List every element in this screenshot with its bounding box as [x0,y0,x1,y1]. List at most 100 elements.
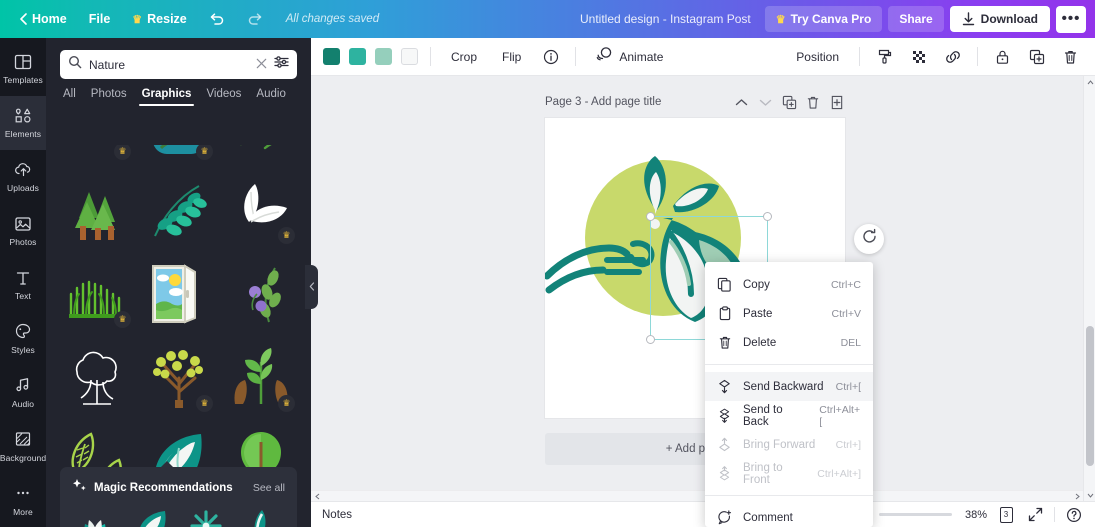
lavender-flower-thumb[interactable] [224,256,297,332]
duplicate-icon[interactable] [1024,44,1049,69]
canvas-area[interactable]: Page 3 - Add page title + Add page [311,76,1095,501]
sidebar-item-elements[interactable]: Elements [0,95,46,150]
context-menu-item-send-to-back[interactable]: Send to Back Ctrl+Alt+[ [705,401,873,430]
context-menu-shortcut: Ctrl+Alt+] [817,467,861,480]
context-menu-item-send-backward[interactable]: Send Backward Ctrl+[ [705,372,873,401]
outline-tree-thumb[interactable] [60,340,133,416]
horizontal-scrollbar[interactable] [311,490,1083,501]
leaf-sprig-thumb[interactable]: ♛ [60,145,133,164]
scroll-down-icon[interactable] [1084,489,1095,501]
notes-button[interactable]: Notes [322,509,352,521]
position-button[interactable]: Position [788,46,847,68]
magic-leaves-thumb[interactable] [72,506,119,527]
vertical-scrollbar-thumb[interactable] [1086,326,1094,466]
open-window-nature-thumb[interactable] [142,256,215,332]
download-button[interactable]: Download [949,6,1050,32]
link-icon[interactable] [940,44,965,69]
paint-roller-icon[interactable] [872,44,897,69]
bring-forward-icon [717,437,732,452]
close-icon[interactable] [256,58,267,71]
undo-button[interactable] [198,7,236,31]
color-swatch-4[interactable] [401,48,418,65]
animate-button[interactable]: Animate [588,42,671,71]
sidebar-item-uploads[interactable]: Uploads [0,150,46,204]
top-bar-left-group: Home File ♛ Resize All changes saved [0,7,379,31]
sidebar-item-label: Uploads [7,183,39,194]
design-title[interactable]: Untitled design - Instagram Post [580,12,751,26]
scroll-up-icon[interactable] [1084,76,1095,88]
context-menu-item-comment[interactable]: Comment [705,503,873,527]
transparency-icon[interactable] [906,44,931,69]
collapse-panel-handle[interactable] [305,265,318,309]
add-page-icon[interactable] [829,94,845,110]
context-menu-item-delete[interactable]: Delete DEL [705,328,873,357]
chevron-down-icon[interactable] [757,94,773,110]
sidebar-item-templates[interactable]: Templates [0,42,46,96]
color-swatch-2[interactable] [349,48,366,65]
zoom-slider[interactable] [879,513,952,516]
more-options-button[interactable]: ••• [1056,5,1086,33]
back-button[interactable]: Home [8,7,78,31]
info-icon[interactable] [538,44,563,69]
undo-icon [209,12,225,26]
context-menu-item-copy[interactable]: Copy Ctrl+C [705,270,873,299]
bottom-bar-divider [1054,507,1055,522]
search-box[interactable] [60,50,297,79]
sidebar-item-styles[interactable]: Styles [0,311,46,365]
context-menu-item-paste[interactable]: Paste Ctrl+V [705,299,873,328]
color-swatch-3[interactable] [375,48,392,65]
tab-all[interactable]: All [63,88,76,106]
help-icon[interactable] [1064,505,1084,525]
white-leaves-thumb[interactable]: ♛ [224,172,297,248]
trash-icon[interactable] [1058,44,1083,69]
search-input[interactable] [89,57,249,72]
magic-header: Magic Recommendations See all [72,478,285,498]
try-canva-pro-button[interactable]: ♛ Try Canva Pro [764,6,883,32]
sidebar-item-background[interactable]: Background [0,419,46,473]
elements-panel: All Photos Graphics Videos Audio ♛ [46,38,311,527]
filter-sliders-icon[interactable] [274,55,289,74]
chevron-up-icon[interactable] [733,94,749,110]
page-count-button[interactable]: 3 [996,505,1016,525]
trash-icon[interactable] [805,94,821,110]
pine-trees-thumb[interactable] [60,172,133,248]
animate-label: Animate [619,49,664,64]
tab-videos[interactable]: Videos [206,88,241,106]
fern-branch-thumb[interactable] [142,172,215,248]
magic-narrow-leaf-thumb[interactable] [239,506,286,527]
sidebar-item-photos[interactable]: Photos [0,204,46,258]
yellow-blossom-tree-thumb[interactable]: ♛ [142,340,215,416]
tab-audio[interactable]: Audio [256,88,285,106]
graphics-grid[interactable]: ♛ ♛ ♛ ♛ ♛ ♛ [46,145,311,500]
magic-flower-thumb[interactable] [183,506,230,527]
graphics-row: ♛ [60,172,297,248]
pond-landscape-thumb[interactable]: ♛ [142,145,215,164]
vertical-scrollbar[interactable] [1083,76,1095,501]
grass-blades-thumb[interactable] [224,145,297,164]
duplicate-icon[interactable] [781,94,797,110]
page-title[interactable]: Page 3 - Add page title [545,96,661,108]
sidebar-item-text[interactable]: Text [0,258,46,312]
lock-icon[interactable] [990,44,1015,69]
grass-tuft-thumb[interactable]: ♛ [60,256,133,332]
file-menu-button[interactable]: File [78,7,122,31]
sidebar-item-more[interactable]: More [0,473,46,527]
context-menu-shortcut: Ctrl+Alt+[ [819,403,861,428]
more-dots-icon [14,484,32,503]
context-menu[interactable]: Copy Ctrl+C Paste Ctrl+V Delete DEL Send… [705,262,873,527]
color-swatch-1[interactable] [323,48,340,65]
rotate-button[interactable] [854,224,884,254]
crop-button[interactable]: Crop [443,46,485,68]
tab-photos[interactable]: Photos [91,88,127,106]
redo-button[interactable] [236,7,274,31]
tab-graphics[interactable]: Graphics [138,88,195,106]
hands-sprout-thumb[interactable]: ♛ [224,340,297,416]
see-all-link[interactable]: See all [253,482,285,494]
sidebar-item-audio[interactable]: Audio [0,365,46,419]
toolbar-divider [575,47,577,66]
resize-button[interactable]: ♛ Resize [121,7,197,31]
expand-icon[interactable] [1025,505,1045,525]
flip-button[interactable]: Flip [494,46,529,68]
magic-single-leaf-thumb[interactable] [128,506,175,527]
share-button[interactable]: Share [888,6,944,32]
